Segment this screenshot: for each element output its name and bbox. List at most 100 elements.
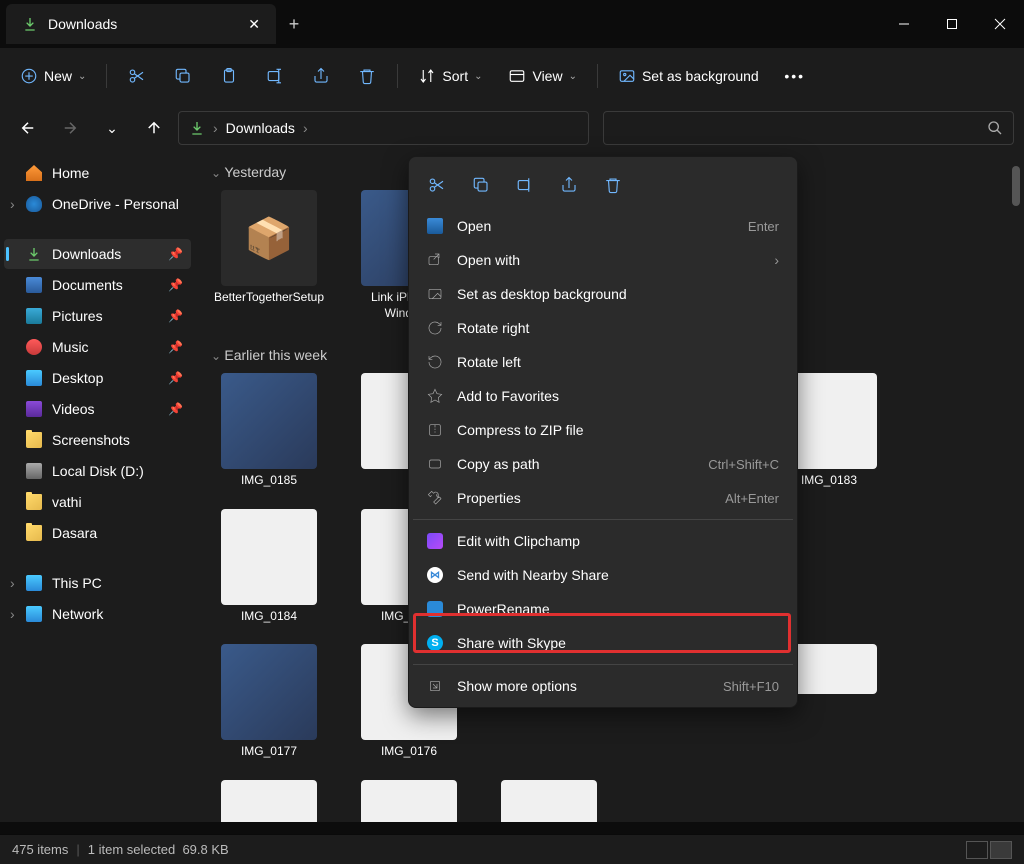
share-button[interactable] <box>301 58 341 94</box>
sidebar-item-home[interactable]: Home <box>4 158 191 188</box>
ctx-copy-button[interactable] <box>461 167 501 203</box>
pin-icon: 📌 <box>168 371 183 385</box>
ctx-copy-path[interactable]: Copy as pathCtrl+Shift+C <box>413 447 793 481</box>
more-button[interactable]: ••• <box>775 58 815 94</box>
scrollbar-thumb[interactable] <box>1012 166 1020 206</box>
view-button[interactable]: View ⌄ <box>498 58 586 94</box>
cut-button[interactable] <box>117 58 157 94</box>
paste-button[interactable] <box>209 58 249 94</box>
file-label: IMG_0184 <box>211 609 327 625</box>
ctx-show-more[interactable]: Show more optionsShift+F10 <box>413 669 793 703</box>
zip-icon <box>427 422 443 438</box>
view-switch <box>966 841 1012 859</box>
download-icon <box>26 246 42 262</box>
sidebar-item-pictures[interactable]: Pictures📌 <box>4 301 191 331</box>
breadcrumb-location[interactable]: Downloads <box>226 120 295 136</box>
sidebar-label: Screenshots <box>52 432 130 448</box>
set-background-button[interactable]: Set as background <box>608 58 769 94</box>
ctx-skype[interactable]: SShare with Skype <box>413 626 793 660</box>
sidebar-item-screenshots[interactable]: Screenshots <box>4 425 191 455</box>
sidebar-item-music[interactable]: Music📌 <box>4 332 191 362</box>
ctx-delete-button[interactable] <box>593 167 633 203</box>
file-item[interactable]: 📦BetterTogetherSetup <box>211 190 327 321</box>
ctx-favorites[interactable]: Add to Favorites <box>413 379 793 413</box>
cloud-icon <box>26 196 42 212</box>
file-label: IMG_0185 <box>211 473 327 489</box>
desktop-icon <box>26 370 42 386</box>
sidebar-item-documents[interactable]: Documents📌 <box>4 270 191 300</box>
chevron-down-icon: ⌄ <box>569 71 577 82</box>
download-icon <box>189 120 205 136</box>
back-button[interactable] <box>10 110 46 146</box>
sort-label: Sort <box>442 68 468 84</box>
tab-title: Downloads <box>48 16 117 32</box>
search-icon <box>987 120 1003 136</box>
sidebar-item-localdisk[interactable]: Local Disk (D:) <box>4 456 191 486</box>
ctx-open[interactable]: OpenEnter <box>413 209 793 243</box>
window-tab[interactable]: Downloads ✕ <box>6 4 276 44</box>
copy-icon <box>174 67 192 85</box>
file-item[interactable] <box>211 780 327 822</box>
navigation-row: ⌄ › Downloads › <box>0 104 1024 152</box>
forward-button[interactable] <box>52 110 88 146</box>
open-with-icon <box>427 252 443 268</box>
minimize-button[interactable] <box>880 4 928 44</box>
scrollbar[interactable] <box>1010 162 1022 812</box>
view-icon <box>508 67 526 85</box>
sidebar-item-videos[interactable]: Videos📌 <box>4 394 191 424</box>
ctx-open-with[interactable]: Open with› <box>413 243 793 277</box>
address-bar[interactable]: › Downloads › <box>178 111 589 145</box>
toolbar: New ⌄ Sort ⌄ View ⌄ Set as background ••… <box>0 48 1024 104</box>
details-view-button[interactable] <box>966 841 988 859</box>
sort-button[interactable]: Sort ⌄ <box>408 58 492 94</box>
ctx-nearby-share[interactable]: ⋈Send with Nearby Share <box>413 558 793 592</box>
skype-icon: S <box>427 635 443 651</box>
sidebar-item-downloads[interactable]: Downloads📌 <box>4 239 191 269</box>
file-item[interactable]: IMG_0185 <box>211 373 327 489</box>
sidebar-item-dasara[interactable]: Dasara <box>4 518 191 548</box>
sidebar-item-desktop[interactable]: Desktop📌 <box>4 363 191 393</box>
file-item[interactable]: IMG_0177 <box>211 644 327 760</box>
file-item[interactable]: IMG_0184 <box>211 509 327 625</box>
sidebar-label: Local Disk (D:) <box>52 463 144 479</box>
ctx-properties[interactable]: PropertiesAlt+Enter <box>413 481 793 515</box>
up-button[interactable] <box>136 110 172 146</box>
folder-icon <box>26 525 42 541</box>
rename-icon <box>266 67 284 85</box>
delete-button[interactable] <box>347 58 387 94</box>
sidebar-label: This PC <box>52 575 102 591</box>
sidebar-item-network[interactable]: Network <box>4 599 191 629</box>
recent-button[interactable]: ⌄ <box>94 110 130 146</box>
ctx-powerrename[interactable]: PowerRename <box>413 592 793 626</box>
music-icon <box>26 339 42 355</box>
close-button[interactable] <box>976 4 1024 44</box>
ctx-rotate-left[interactable]: Rotate left <box>413 345 793 379</box>
sidebar-label: vathi <box>52 494 82 510</box>
ctx-set-background[interactable]: Set as desktop background <box>413 277 793 311</box>
sidebar-item-thispc[interactable]: This PC <box>4 568 191 598</box>
copy-button[interactable] <box>163 58 203 94</box>
path-icon <box>427 456 443 472</box>
ctx-compress[interactable]: Compress to ZIP file <box>413 413 793 447</box>
search-box[interactable] <box>603 111 1014 145</box>
document-icon <box>26 277 42 293</box>
copy-icon <box>472 176 490 194</box>
ctx-cut-button[interactable] <box>417 167 457 203</box>
rename-button[interactable] <box>255 58 295 94</box>
clipboard-icon <box>220 67 238 85</box>
window-controls <box>880 4 1024 44</box>
share-icon <box>312 67 330 85</box>
ctx-rotate-right[interactable]: Rotate right <box>413 311 793 345</box>
file-item[interactable] <box>491 780 607 822</box>
close-tab-icon[interactable]: ✕ <box>248 16 260 33</box>
ctx-clipchamp[interactable]: Edit with Clipchamp <box>413 524 793 558</box>
file-item[interactable] <box>351 780 467 822</box>
thumbnails-view-button[interactable] <box>990 841 1012 859</box>
new-button[interactable]: New ⌄ <box>10 58 96 94</box>
ctx-share-button[interactable] <box>549 167 589 203</box>
sidebar-item-onedrive[interactable]: OneDrive - Personal <box>4 189 191 219</box>
sidebar-item-vathi[interactable]: vathi <box>4 487 191 517</box>
maximize-button[interactable] <box>928 4 976 44</box>
new-tab-button[interactable]: + <box>276 14 312 35</box>
ctx-rename-button[interactable] <box>505 167 545 203</box>
